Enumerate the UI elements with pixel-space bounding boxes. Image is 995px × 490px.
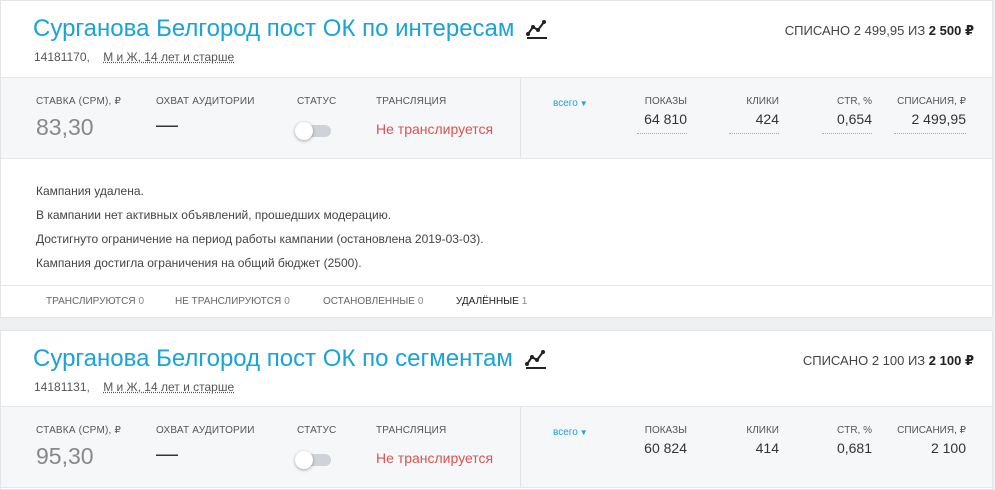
tab-not-broadcasting[interactable]: Не транслируются 0: [175, 296, 290, 307]
spend-label: Списания, ₽: [897, 96, 966, 107]
dotted-underline: [894, 133, 966, 134]
impressions-label: Показы: [644, 96, 687, 107]
campaign-audience[interactable]: М и Ж, 14 лет и старше: [103, 380, 234, 394]
dotted-underline: [729, 133, 779, 134]
clicks-label: Клики: [746, 425, 779, 436]
reach-value: —: [156, 112, 178, 137]
bid-value[interactable]: 83,30: [36, 114, 94, 141]
campaign-id: 14181131,: [34, 380, 90, 394]
bid-label: Ставка (CPM), ₽: [36, 425, 122, 436]
clicks-label: Клики: [746, 96, 779, 107]
status-label: Статус: [297, 425, 337, 436]
tab-broadcasting[interactable]: Транслируются 0: [46, 296, 144, 307]
status-label: Статус: [297, 96, 337, 107]
impressions-label: Показы: [644, 425, 687, 436]
clicks-value: 424: [755, 111, 779, 127]
period-dropdown[interactable]: всего ▼: [553, 427, 588, 438]
spent-prefix: СПИСАНО 2 499,95 ИЗ: [784, 23, 926, 38]
metric-clicks: Клики 424: [729, 96, 779, 134]
campaign-stats-panel: Ставка (CPM), ₽ 83,30 Охват аудитории — …: [1, 77, 992, 159]
ctr-value: 0,654: [836, 111, 872, 127]
period-label: всего: [553, 98, 578, 109]
campaign-id: 14181170,: [34, 50, 90, 64]
metric-ctr: CTR, % 0,654: [822, 96, 872, 134]
tab-count: 0: [138, 296, 145, 307]
spent-summary: СПИСАНО 2 499,95 ИЗ 2 500 ₽: [785, 23, 974, 39]
caret-down-icon: ▼: [579, 428, 588, 437]
campaign-title[interactable]: Сурганова Белгород пост ОК по сегментам: [33, 345, 513, 373]
tab-label: Удалённые: [456, 296, 519, 307]
bid-value[interactable]: 95,30: [36, 443, 94, 470]
spend-value: 2 100: [930, 440, 966, 456]
spent-total: 2 100 ₽: [928, 353, 974, 368]
spent-summary: СПИСАНО 2 100 ИЗ 2 100 ₽: [803, 353, 974, 369]
spend-value: 2 499,95: [911, 111, 967, 127]
bid-label: Ставка (CPM), ₽: [36, 96, 122, 107]
broadcast-label: Трансляция: [376, 425, 447, 436]
period-label: всего: [553, 427, 578, 438]
campaign-notes: Кампания удалена. В кампании нет активны…: [36, 179, 484, 275]
campaign-title-wrap: Сурганова Белгород пост ОК по сегментам: [33, 345, 547, 373]
note-line: В кампании нет активных объявлений, прош…: [36, 208, 392, 222]
tab-stopped[interactable]: Остановленные 0: [323, 296, 423, 307]
ctr-label: CTR, %: [837, 96, 872, 107]
reach-label: Охват аудитории: [156, 96, 255, 107]
line-chart-icon[interactable]: [526, 18, 548, 40]
ad-filter-tabs: Транслируются 0 Не транслируются 0 Останов…: [1, 285, 992, 319]
broadcast-label: Трансляция: [376, 96, 447, 107]
metric-spend: Списания, ₽ 2 100: [894, 425, 966, 456]
impressions-value: 64 810: [644, 111, 687, 127]
metric-spend: Списания, ₽ 2 499,95: [894, 96, 966, 134]
campaign-meta: 14181170, М и Ж, 14 лет и старше: [34, 50, 234, 64]
campaign-audience[interactable]: М и Ж, 14 лет и старше: [103, 50, 234, 64]
impressions-value: 60 824: [644, 440, 687, 456]
campaign-meta: 14181131, М и Ж, 14 лет и старше: [34, 380, 234, 394]
reach-value: —: [156, 441, 178, 466]
stats-divider: [520, 407, 521, 487]
tab-count: 1: [521, 296, 528, 307]
metric-impressions: Показы 60 824: [637, 425, 687, 456]
status-toggle[interactable]: [295, 451, 331, 469]
metric-ctr: CTR, % 0,681: [822, 425, 872, 456]
ctr-value: 0,681: [836, 440, 872, 456]
broadcast-status: Не транслируется: [376, 450, 494, 466]
dotted-underline: [822, 133, 872, 134]
tab-count: 0: [417, 296, 424, 307]
metric-impressions: Показы 64 810: [637, 96, 687, 134]
stats-divider: [520, 78, 521, 158]
campaign-title[interactable]: Сурганова Белгород пост ОК по интересам: [33, 15, 514, 43]
tab-count: 0: [284, 296, 290, 307]
note-line: Достигнуто ограничение на период работы …: [36, 232, 484, 246]
ctr-label: CTR, %: [837, 425, 872, 436]
caret-down-icon: ▼: [579, 99, 588, 108]
spent-total: 2 500 ₽: [928, 23, 974, 38]
reach-label: Охват аудитории: [156, 425, 255, 436]
dotted-underline: [637, 133, 687, 134]
campaign-title-wrap: Сурганова Белгород пост ОК по интересам: [33, 15, 548, 43]
tab-label: Остановленные: [323, 296, 415, 307]
tab-label: Не транслируются: [175, 296, 282, 307]
tab-label: Транслируются: [46, 296, 136, 307]
spend-label: Списания, ₽: [897, 425, 966, 436]
campaign-card: Сурганова Белгород пост ОК по сегментам …: [0, 330, 993, 490]
period-dropdown[interactable]: всего ▼: [553, 98, 588, 109]
status-toggle[interactable]: [295, 122, 331, 140]
spent-prefix: СПИСАНО 2 100 ИЗ: [802, 353, 926, 368]
metric-clicks: Клики 414: [729, 425, 779, 456]
broadcast-status: Не транслируется: [376, 121, 494, 137]
note-line: Кампания удалена.: [36, 184, 144, 198]
note-line: Кампания достигла ограничения на общий б…: [36, 256, 362, 270]
campaign-card: Сурганова Белгород пост ОК по интересам …: [0, 0, 993, 318]
clicks-value: 414: [755, 440, 779, 456]
tab-deleted[interactable]: Удалённые 1: [456, 296, 527, 307]
line-chart-icon[interactable]: [524, 348, 547, 370]
